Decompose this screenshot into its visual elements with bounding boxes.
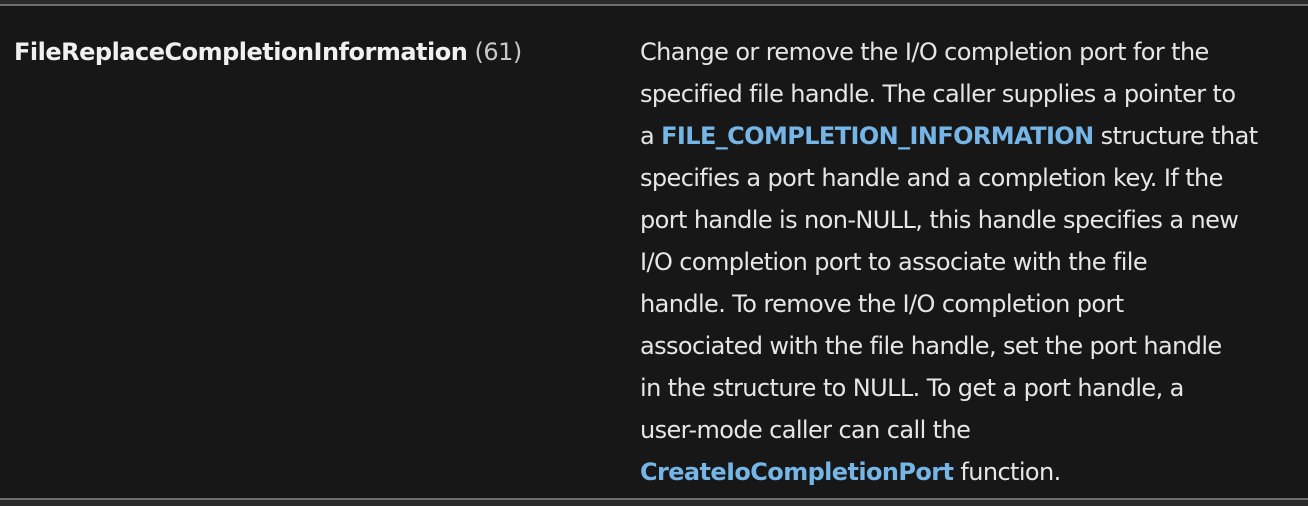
description-line: handle. To remove the I/O completion por…: [640, 290, 1124, 318]
info-class-cell: FileReplaceCompletionInformation (61): [14, 31, 614, 73]
description-line: in the structure to NULL. To get a port …: [640, 374, 1184, 402]
description-cell: Change or remove the I/O completion port…: [640, 31, 1295, 493]
description-line: associated with the file handle, set the…: [640, 332, 1222, 360]
info-class-value: (61): [474, 38, 522, 66]
description-line: port handle is non-NULL, this handle spe…: [640, 206, 1239, 234]
description-line: CreateIoCompletionPort function.: [640, 458, 1061, 486]
description-line: Change or remove the I/O completion port…: [640, 38, 1209, 66]
description-line: a FILE_COMPLETION_INFORMATION structure …: [640, 122, 1258, 150]
table-row: FileReplaceCompletionInformation (61) Ch…: [0, 4, 1308, 500]
file-completion-information-link[interactable]: FILE_COMPLETION_INFORMATION: [661, 122, 1094, 150]
description-line: user-mode caller can call the: [640, 416, 971, 444]
info-class-name: FileReplaceCompletionInformation: [14, 38, 468, 66]
create-io-completion-port-link[interactable]: CreateIoCompletionPort: [640, 458, 954, 486]
description-line: specifies a port handle and a completion…: [640, 164, 1223, 192]
description-line: I/O completion port to associate with th…: [640, 248, 1148, 276]
description-line: specified file handle. The caller suppli…: [640, 80, 1236, 108]
